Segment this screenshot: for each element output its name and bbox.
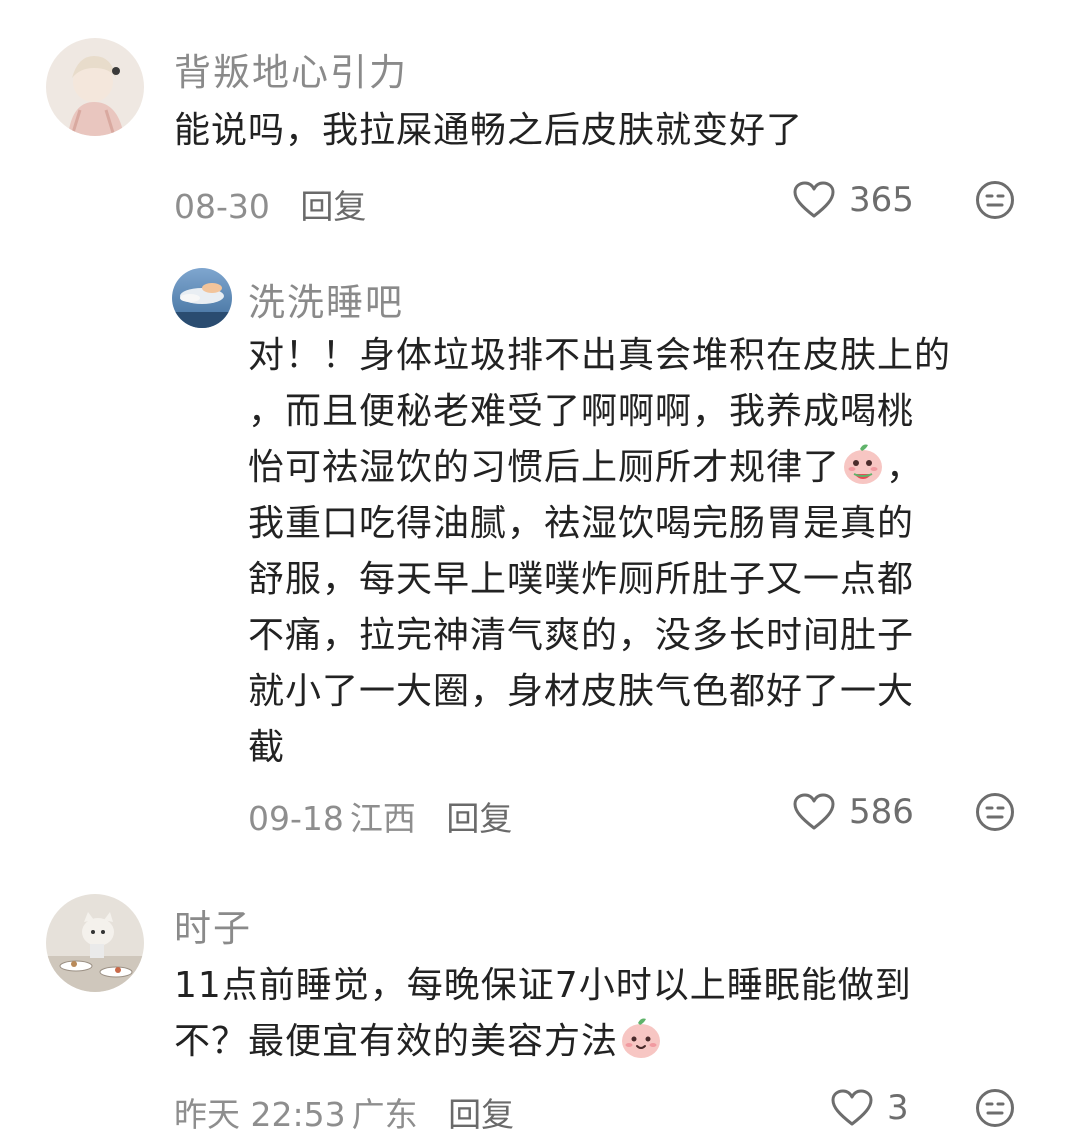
username[interactable]: 时子: [174, 898, 252, 952]
comment-item: 背叛地心引力 能说吗，我拉屎通畅之后皮肤就变好了 08-30 回复 365: [0, 0, 1080, 240]
username[interactable]: 洗洗睡吧: [248, 272, 404, 326]
text-line: 就小了一大圈，身材皮肤气色都好了一大: [248, 671, 915, 712]
comment-date: 08-30: [174, 187, 270, 226]
comment-meta: 昨天 22:53 广东 回复: [174, 1088, 514, 1136]
like-count: 3: [887, 1088, 909, 1128]
like-button[interactable]: 365: [793, 180, 914, 220]
comment-text: 11点前睡觉，每晚保证7小时以上睡眠能做到 不？最便宜有效的美容方法: [174, 958, 912, 1070]
text-line: 我重口吃得油腻，祛湿饮喝完肠胃是真的: [248, 503, 915, 544]
like-button[interactable]: 586: [793, 792, 914, 832]
like-count: 586: [849, 792, 914, 832]
comment-text: 对！！身体垃圾排不出真会堆积在皮肤上的 ，而且便秘老难受了啊啊啊，我养成喝桃 怡…: [248, 328, 951, 776]
text-line: 截: [248, 727, 286, 768]
avatar[interactable]: [46, 38, 144, 136]
comment-text: 能说吗，我拉屎通畅之后皮肤就变好了: [174, 110, 804, 151]
reply-button[interactable]: 回复: [448, 1095, 514, 1134]
peach-eating-watermelon-sticker: [844, 444, 883, 484]
reply-button[interactable]: 回复: [300, 187, 366, 226]
comment-date: 09-18: [248, 799, 344, 838]
text-line: 11点前睡觉，每晚保证7小时以上睡眠能做到: [174, 965, 912, 1006]
avatar[interactable]: [172, 268, 232, 328]
emoji-face-icon[interactable]: [975, 180, 1015, 220]
text-line: 不？最便宜有效的美容方法: [174, 1021, 619, 1062]
text-line: 怡可祛湿饮的习惯后上厕所才规律了: [248, 447, 841, 488]
reply-button[interactable]: 回复: [446, 799, 512, 838]
heart-outline-icon: [831, 1089, 873, 1126]
reply-item: 洗洗睡吧 对！！身体垃圾排不出真会堆积在皮肤上的 ，而且便秘老难受了啊啊啊，我养…: [0, 240, 1080, 860]
text-line: ，: [886, 447, 924, 488]
emoji-face-icon[interactable]: [975, 792, 1015, 832]
comment-meta: 08-30 回复: [174, 180, 366, 228]
heart-outline-icon: [793, 793, 835, 830]
comment-location: 江西: [349, 799, 416, 838]
comment-meta: 09-18 江西 回复: [248, 792, 512, 840]
emoji-face-icon[interactable]: [975, 1088, 1015, 1128]
like-count: 365: [849, 180, 914, 220]
comment-date: 昨天 22:53: [174, 1095, 346, 1134]
comment-item: 时子 11点前睡觉，每晚保证7小时以上睡眠能做到 不？最便宜有效的美容方法 昨天…: [0, 860, 1080, 1148]
text-line: 舒服，每天早上噗噗炸厕所肚子又一点都: [248, 559, 915, 600]
text-line: 不痛，拉完神清气爽的，没多长时间肚子: [248, 615, 915, 656]
text-line: ，而且便秘老难受了啊啊啊，我养成喝桃: [248, 391, 915, 432]
username[interactable]: 背叛地心引力: [174, 42, 408, 96]
avatar[interactable]: [46, 894, 144, 992]
peach-smile-sticker: [622, 1018, 661, 1058]
text-line: 对！！身体垃圾排不出真会堆积在皮肤上的: [248, 335, 952, 376]
like-button[interactable]: 3: [831, 1088, 909, 1128]
heart-outline-icon: [793, 181, 835, 218]
comment-location: 广东: [351, 1095, 418, 1134]
